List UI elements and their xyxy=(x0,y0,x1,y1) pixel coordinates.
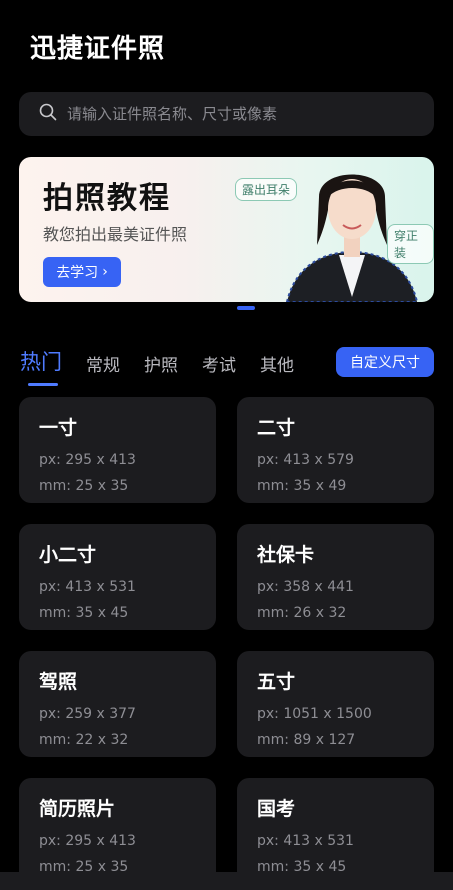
tab-hot[interactable]: 热门 xyxy=(20,346,62,386)
search-bar[interactable] xyxy=(19,92,434,136)
card-name: 五寸 xyxy=(257,671,296,693)
card-px: px: 358 x 441 xyxy=(257,579,354,595)
search-input[interactable] xyxy=(67,105,407,123)
card-px: px: 413 x 579 xyxy=(257,452,354,468)
tab-other[interactable]: 其他 xyxy=(260,351,294,376)
size-card[interactable]: 国考 px: 413 x 531 mm: 35 x 45 xyxy=(237,778,434,884)
card-mm: mm: 22 x 32 xyxy=(39,732,129,748)
size-card[interactable]: 小二寸 px: 413 x 531 mm: 35 x 45 xyxy=(19,524,216,630)
card-mm: mm: 35 x 45 xyxy=(39,605,129,621)
carousel-indicator xyxy=(237,306,255,310)
learn-button[interactable]: 去学习 › xyxy=(43,257,121,287)
card-mm: mm: 89 x 127 xyxy=(257,732,356,748)
card-name: 一寸 xyxy=(39,417,78,439)
app-title: 迅捷证件照 xyxy=(30,34,166,64)
size-card[interactable]: 驾照 px: 259 x 377 mm: 22 x 32 xyxy=(19,651,216,757)
size-card[interactable]: 社保卡 px: 358 x 441 mm: 26 x 32 xyxy=(237,524,434,630)
card-px: px: 413 x 531 xyxy=(257,833,354,849)
category-tabs: 热门 常规 护照 考试 其他 xyxy=(20,346,318,386)
card-name: 驾照 xyxy=(39,671,78,693)
tag-ear: 露出耳朵 xyxy=(235,178,298,201)
bottom-bar xyxy=(0,872,453,890)
card-px: px: 413 x 531 xyxy=(39,579,136,595)
card-name: 社保卡 xyxy=(257,544,315,566)
size-card[interactable]: 五寸 px: 1051 x 1500 mm: 89 x 127 xyxy=(237,651,434,757)
card-mm: mm: 25 x 35 xyxy=(39,478,129,494)
card-mm: mm: 35 x 49 xyxy=(257,478,347,494)
tab-exam[interactable]: 考试 xyxy=(202,351,236,376)
banner-subtitle: 教您拍出最美证件照 xyxy=(43,225,188,244)
card-name: 国考 xyxy=(257,798,296,820)
card-name: 二寸 xyxy=(257,417,296,439)
banner-title: 拍照教程 xyxy=(43,181,171,216)
card-name: 简历照片 xyxy=(39,798,116,820)
card-px: px: 259 x 377 xyxy=(39,706,136,722)
card-px: px: 295 x 413 xyxy=(39,833,136,849)
learn-button-label: 去学习 xyxy=(56,265,99,281)
custom-size-button[interactable]: 自定义尺寸 xyxy=(336,347,434,377)
tab-regular[interactable]: 常规 xyxy=(86,351,120,376)
card-name: 小二寸 xyxy=(39,544,97,566)
card-px: px: 295 x 413 xyxy=(39,452,136,468)
size-grid: 一寸 px: 295 x 413 mm: 25 x 35 二寸 px: 413 … xyxy=(19,397,434,884)
tag-suit: 穿正装 xyxy=(387,224,434,264)
size-card[interactable]: 简历照片 px: 295 x 413 mm: 25 x 35 xyxy=(19,778,216,884)
card-px: px: 1051 x 1500 xyxy=(257,706,372,722)
card-mm: mm: 26 x 32 xyxy=(257,605,347,621)
size-card[interactable]: 二寸 px: 413 x 579 mm: 35 x 49 xyxy=(237,397,434,503)
tutorial-banner[interactable]: 拍照教程 教您拍出最美证件照 去学习 › 露出耳朵 穿正装 xyxy=(19,157,434,302)
chevron-right-icon: › xyxy=(102,264,108,280)
size-card[interactable]: 一寸 px: 295 x 413 mm: 25 x 35 xyxy=(19,397,216,503)
tab-passport[interactable]: 护照 xyxy=(144,351,178,376)
search-icon xyxy=(39,103,57,125)
